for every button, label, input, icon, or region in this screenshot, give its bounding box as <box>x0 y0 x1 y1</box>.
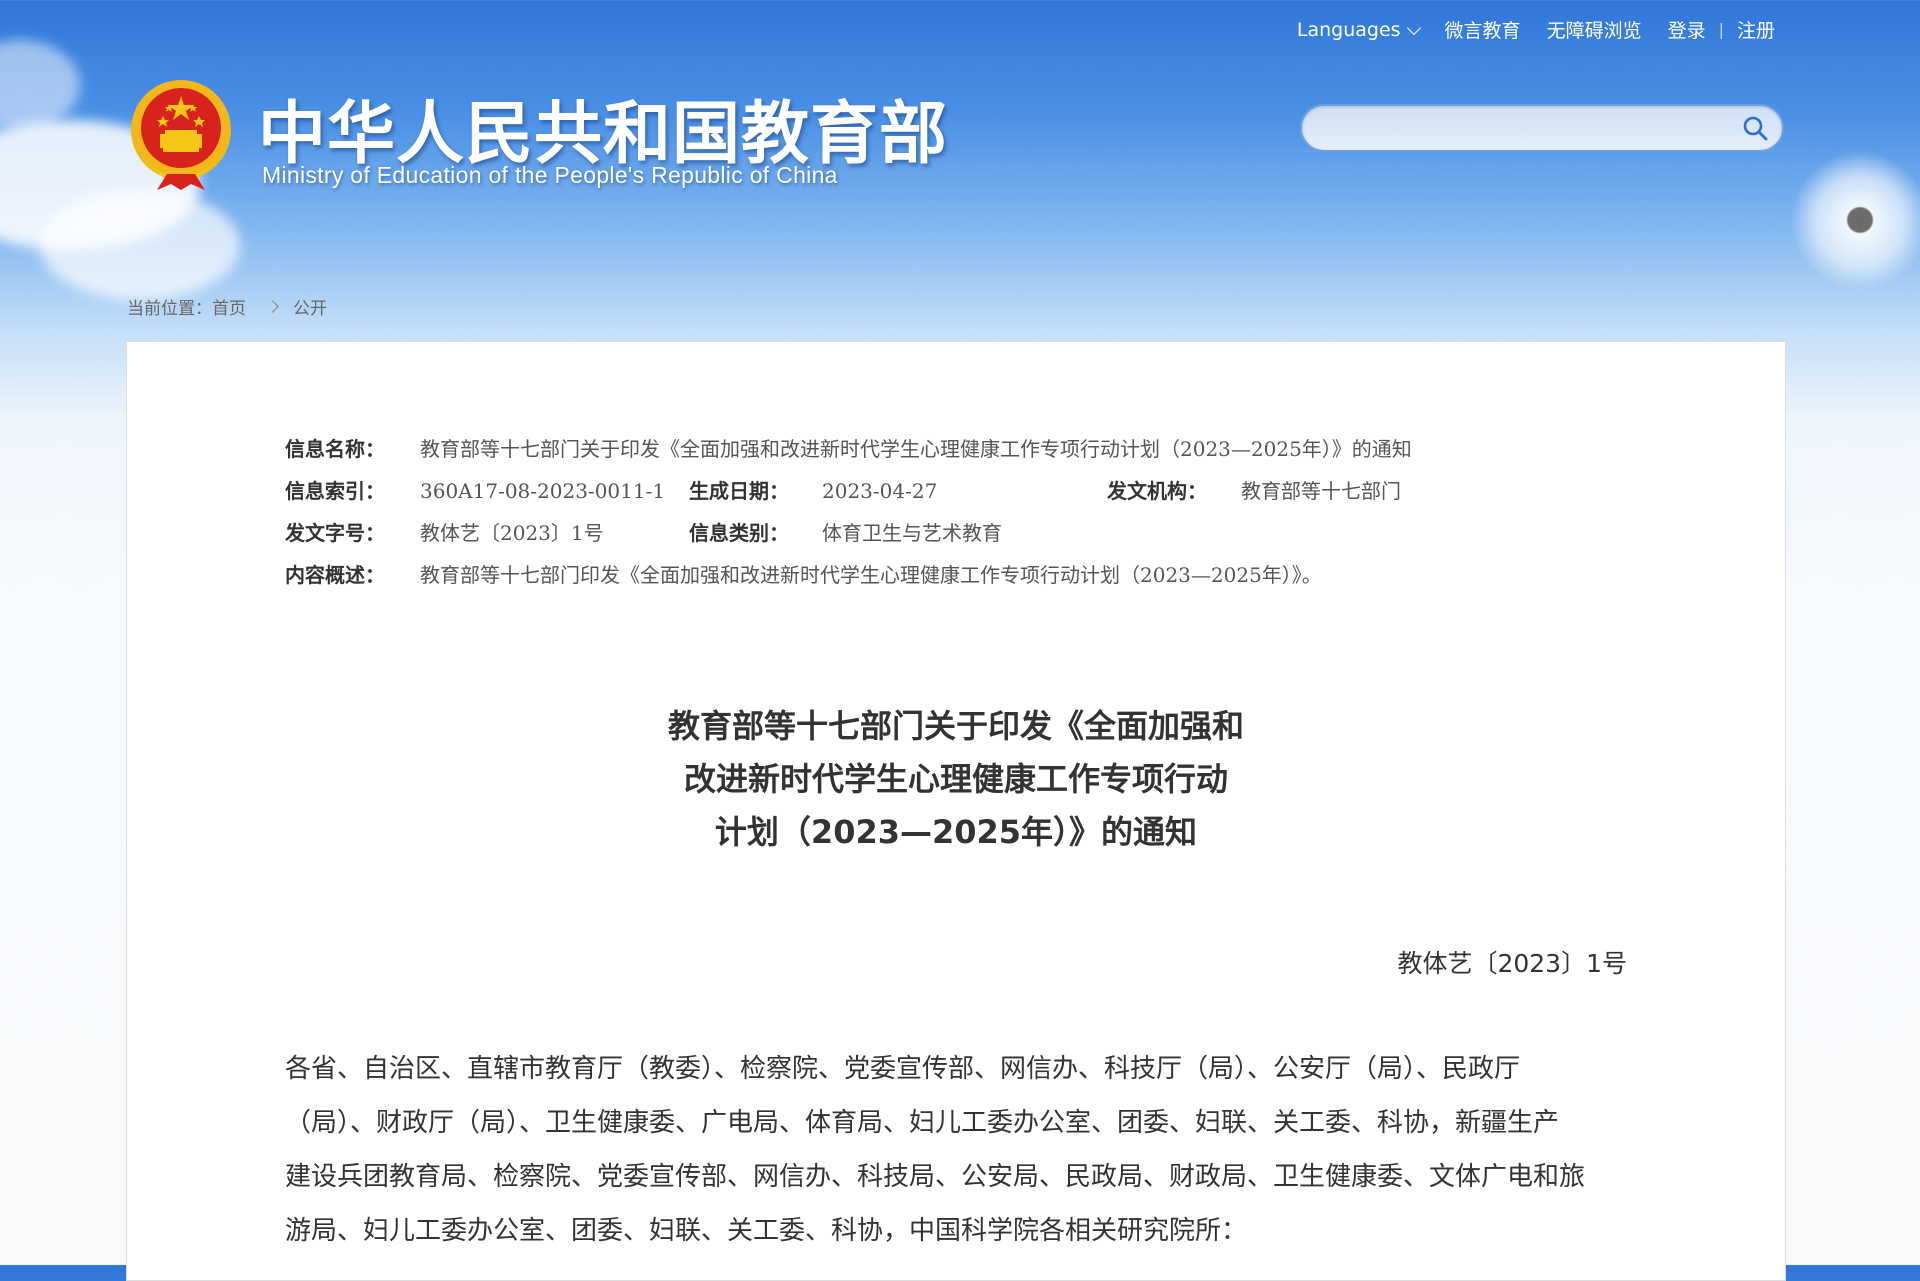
breadcrumb-current-label: 当前位置： <box>127 299 212 319</box>
breadcrumb-home-link[interactable]: 首页 <box>212 294 246 319</box>
document-body: 各省、自治区、直辖市教育厅（教委）、检察院、党委宣传部、网信办、科技厅（局）、公… <box>285 1042 1629 1258</box>
cloud-decoration <box>40 190 240 300</box>
body-line: 游局、妇儿工委办公室、团委、妇联、关工委、科协，中国科学院各相关研究院所： <box>285 1216 1248 1246</box>
info-category-label: 信息类别： <box>689 521 789 545</box>
document-title: 教育部等十七部门关于印发《全面加强和 改进新时代学生心理健康工作专项行动 计划（… <box>127 700 1785 859</box>
info-name-label: 信息名称： <box>285 437 385 461</box>
document-title-line: 改进新时代学生心理健康工作专项行动 <box>683 760 1228 798</box>
body-line: （局）、财政厅（局）、卫生健康委、广电局、体育局、妇儿工委办公室、团委、妇联、关… <box>285 1108 1560 1138</box>
search-icon[interactable] <box>1742 115 1768 141</box>
info-org-label: 发文机构： <box>1107 479 1207 503</box>
info-summary-label: 内容概述： <box>285 563 385 587</box>
info-date-label: 生成日期： <box>689 479 789 503</box>
document-number: 教体艺〔2023〕1号 <box>1397 949 1627 978</box>
document-title-line: 计划（2023—2025年）》的通知 <box>714 813 1198 851</box>
document-title-line: 教育部等十七部门关于印发《全面加强和 <box>667 707 1244 745</box>
info-org-value: 教育部等十七部门 <box>1241 479 1401 503</box>
dandelion-decoration <box>1790 150 1920 290</box>
site-title-en: Ministry of Education of the People's Re… <box>262 162 838 188</box>
breadcrumb: 当前位置： 首页 公开 <box>127 294 327 319</box>
chevron-down-icon <box>1406 20 1421 35</box>
info-index-value: 360A17-08-2023-0011-1 <box>420 479 666 503</box>
search-box <box>1300 104 1784 152</box>
breadcrumb-section-link[interactable]: 公开 <box>293 294 327 319</box>
body-line: 建设兵团教育局、检察院、党委宣传部、网信办、科技局、公安局、民政局、财政局、卫生… <box>285 1162 1586 1192</box>
body-line: 各省、自治区、直辖市教育厅（教委）、检察院、党委宣传部、网信办、科技厅（局）、公… <box>285 1054 1521 1084</box>
info-docno-value: 教体艺〔2023〕1号 <box>420 521 604 545</box>
info-summary-value: 教育部等十七部门印发《全面加强和改进新时代学生心理健康工作专项行动计划（2023… <box>420 563 1322 587</box>
national-emblem-icon <box>131 80 231 190</box>
top-navigation: Languages 微言教育 无障碍浏览 登录 | 注册 <box>1284 16 1788 43</box>
search-input[interactable] <box>1302 106 1762 150</box>
cloud-decoration <box>0 40 80 130</box>
info-docno-label: 发文字号： <box>285 521 385 545</box>
languages-label: Languages <box>1296 18 1401 41</box>
info-index-label: 信息索引： <box>285 479 385 503</box>
languages-menu[interactable]: Languages <box>1284 19 1432 41</box>
info-date-value: 2023-04-27 <box>822 479 938 503</box>
content-panel: 信息名称： 教育部等十七部门关于印发《全面加强和改进新时代学生心理健康工作专项行… <box>126 341 1786 1281</box>
register-link[interactable]: 注册 <box>1724 16 1788 43</box>
accessible-browse-link[interactable]: 无障碍浏览 <box>1534 16 1655 43</box>
chevron-right-icon <box>266 300 279 313</box>
weiyan-link[interactable]: 微言教育 <box>1432 16 1534 43</box>
info-name-value: 教育部等十七部门关于印发《全面加强和改进新时代学生心理健康工作专项行动计划（20… <box>420 437 1412 461</box>
login-link[interactable]: 登录 <box>1655 16 1719 43</box>
info-category-value: 体育卫生与艺术教育 <box>822 521 1002 545</box>
